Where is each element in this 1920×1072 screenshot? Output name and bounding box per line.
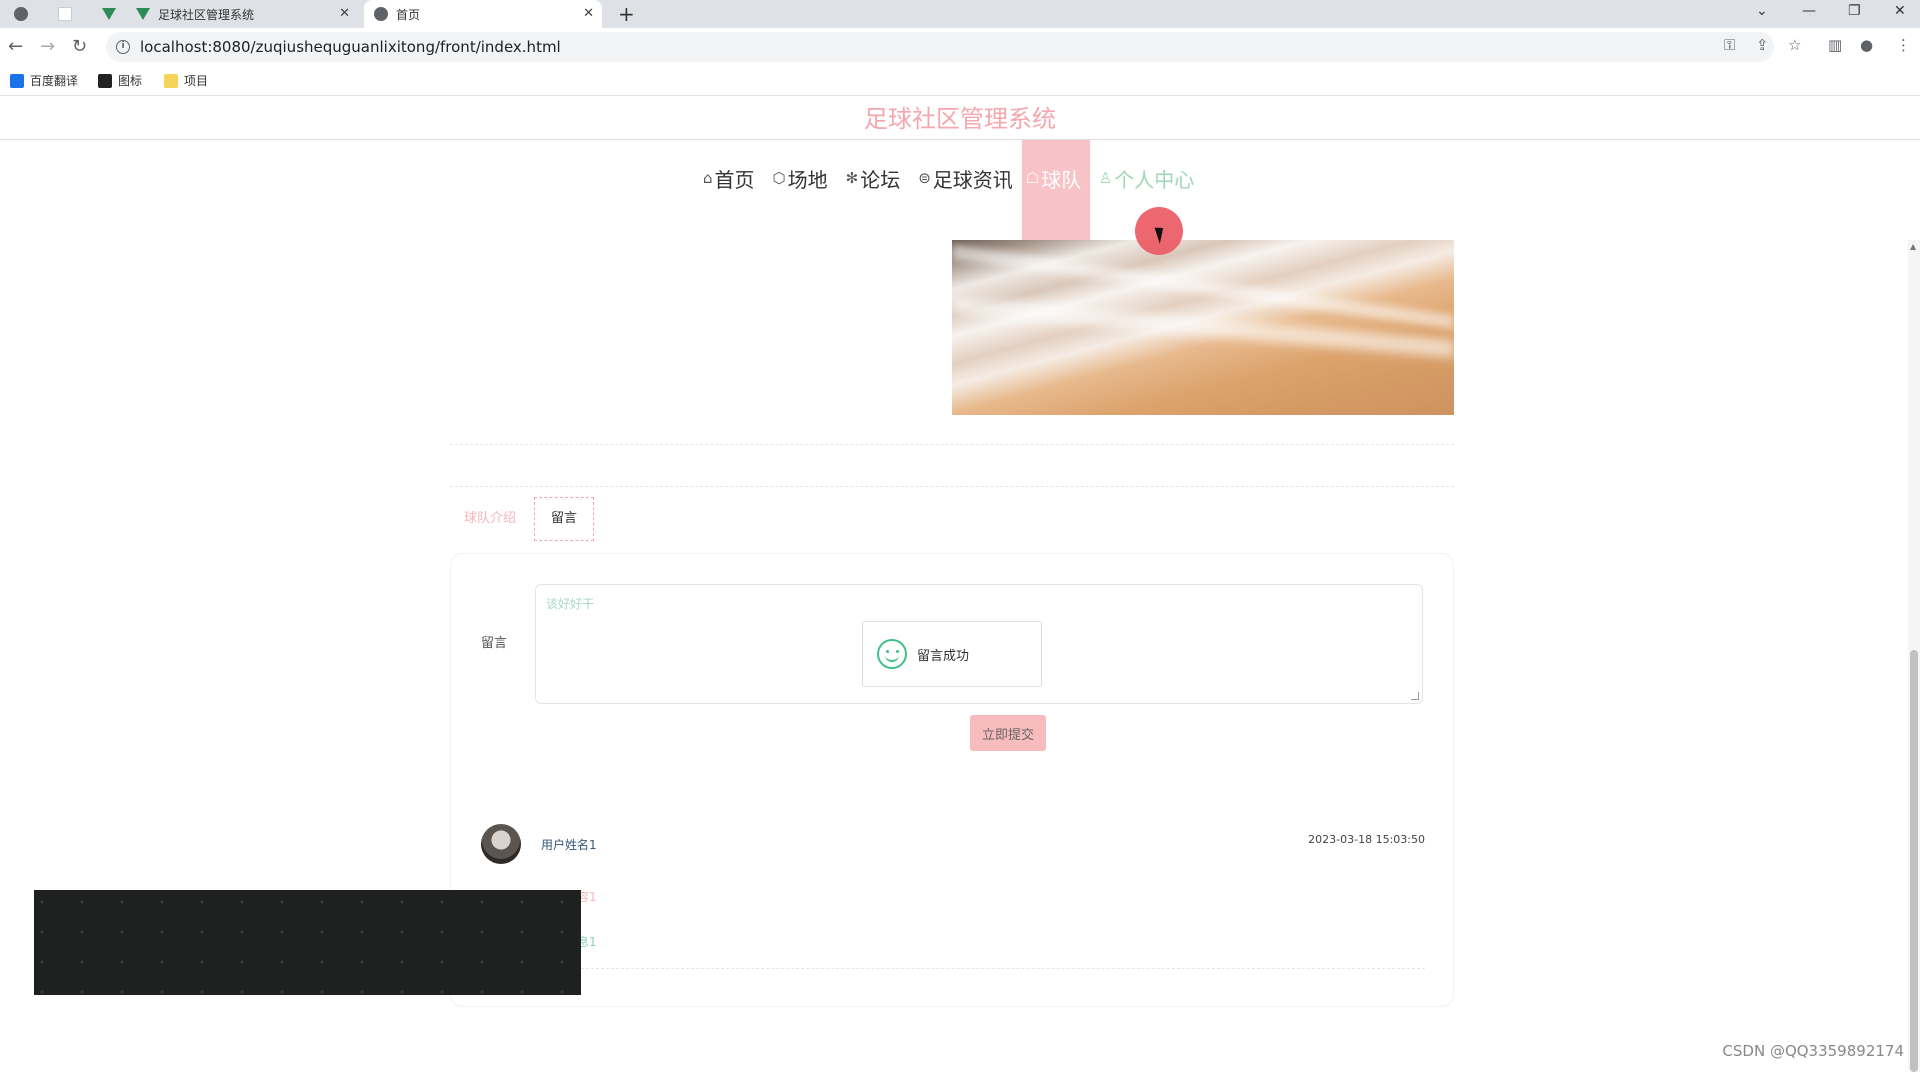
detail-tabs: 球队介绍 留言 [450,497,595,541]
submit-button[interactable]: 立即提交 [970,715,1046,751]
snowflake-icon: ✻ [845,169,859,187]
browser-tab[interactable] [4,0,40,28]
nav-label: 足球资讯 [932,167,1013,192]
star-icon[interactable]: ☆ [1788,36,1801,54]
url-field[interactable]: i localhost:8080/zuqiushequguanlixitong/… [106,32,1774,62]
tab-comments[interactable]: 留言 [534,497,595,541]
divider [450,444,1454,445]
globe-icon [374,7,388,21]
team-icon: ☖ [1025,169,1040,187]
home-icon: ⌂ [703,169,713,187]
nav-item-news[interactable]: ⊜ 足球资讯 [909,140,1022,240]
minimize-icon[interactable]: — [1802,3,1816,19]
share-icon[interactable]: ⇪ [1756,36,1769,54]
new-tab-icon[interactable]: + [618,2,635,26]
nav-label: 首页 [714,167,755,192]
site-header: 足球社区管理系统 [0,98,1920,140]
avatar [481,824,521,864]
scroll-up-icon[interactable]: ▲ [1910,242,1916,251]
side-panel-icon[interactable]: ▥ [1828,36,1842,54]
scrollbar-thumb[interactable] [1910,650,1918,1072]
translate-icon [10,73,24,88]
team-image [952,240,1454,415]
divider [450,486,1454,487]
bookmark-label: 图标 [118,74,143,88]
image-icon [98,73,112,88]
nav-item-team[interactable]: ☖ 球队 [1021,140,1090,240]
bookmarks-bar: 百度翻译 图标 项目 [0,66,1920,96]
bookmark-item[interactable]: 项目 [164,72,208,89]
news-icon: ⊜ [918,169,931,187]
browser-tab-active[interactable]: 首页 ✕ [364,0,602,28]
forward-icon[interactable]: → [40,36,55,57]
toast-message: 留言成功 [917,648,970,664]
main-nav: ⌂ 首页 ⬡ 场地 ✻ 论坛 ⊜ 足球资讯 ☖ 球队 ♙ 个人中心 [694,140,1203,240]
bookmark-item[interactable]: 百度翻译 [10,72,78,89]
nav-label: 论坛 [860,167,901,192]
reload-icon[interactable]: ↻ [72,36,87,57]
user-icon: ♙ [1098,169,1113,187]
comment-panel: 留言 该好好干 留言成功 立即提交 用户姓名1 2023-03-18 15:03… [450,553,1454,1007]
bookmark-label: 百度翻译 [30,74,79,88]
cube-icon: ⬡ [772,169,786,187]
profile-icon[interactable]: ● [1860,36,1873,54]
browser-tab[interactable] [48,0,84,28]
browser-tab[interactable]: 足球社区管理系统 ✕ [126,0,358,28]
video-overlay [34,890,581,995]
menu-icon[interactable]: ⋮ [1896,36,1911,54]
comment-username: 用户姓名1 [541,838,597,852]
site-title: 足球社区管理系统 [864,105,1056,133]
comment-label: 留言 [481,636,508,651]
vue-icon [102,8,116,20]
address-bar-row: ← → ↻ i localhost:8080/zuqiushequguanlix… [0,28,1920,66]
url-text: localhost:8080/zuqiushequguanlixitong/fr… [140,38,561,56]
window-close-icon[interactable]: ✕ [1894,3,1906,19]
divider [541,968,1425,969]
tab-title: 足球社区管理系统 [158,7,255,22]
nav-item-forum[interactable]: ✻ 论坛 [837,140,910,240]
smile-icon [877,639,907,669]
vue-icon [136,8,150,20]
comment-time: 2023-03-18 15:03:50 [1308,833,1425,846]
success-toast: 留言成功 [862,621,1042,687]
folder-icon [164,73,178,88]
tab-search-icon[interactable]: ⌄ [1756,3,1768,19]
resize-handle-icon[interactable] [1411,692,1419,700]
bookmark-label: 项目 [184,74,209,88]
browser-tab[interactable] [92,0,128,28]
comment-text: 该好好干 [546,597,595,611]
restore-icon[interactable]: ❐ [1848,3,1861,19]
close-icon[interactable]: ✕ [583,6,594,21]
globe-icon [14,7,28,21]
bookmark-item[interactable]: 图标 [98,72,142,89]
key-icon[interactable]: ⚿ [1724,36,1735,54]
nav-label: 场地 [787,167,828,192]
nav-label: 球队 [1041,167,1082,192]
browser-tab-strip: 足球社区管理系统 ✕ 首页 ✕ + ⌄ — ❐ ✕ [0,0,1920,28]
watermark: CSDN @QQ3359892174 [1722,1042,1904,1060]
tab-team-intro[interactable]: 球队介绍 [450,497,530,541]
tab-title: 首页 [396,7,421,22]
nav-label: 个人中心 [1114,167,1195,192]
close-icon[interactable]: ✕ [339,6,350,21]
info-icon[interactable]: i [116,40,130,54]
nav-item-venue[interactable]: ⬡ 场地 [764,140,837,240]
nav-item-home[interactable]: ⌂ 首页 [694,140,764,240]
back-icon[interactable]: ← [8,36,23,57]
mail-icon [58,7,72,21]
